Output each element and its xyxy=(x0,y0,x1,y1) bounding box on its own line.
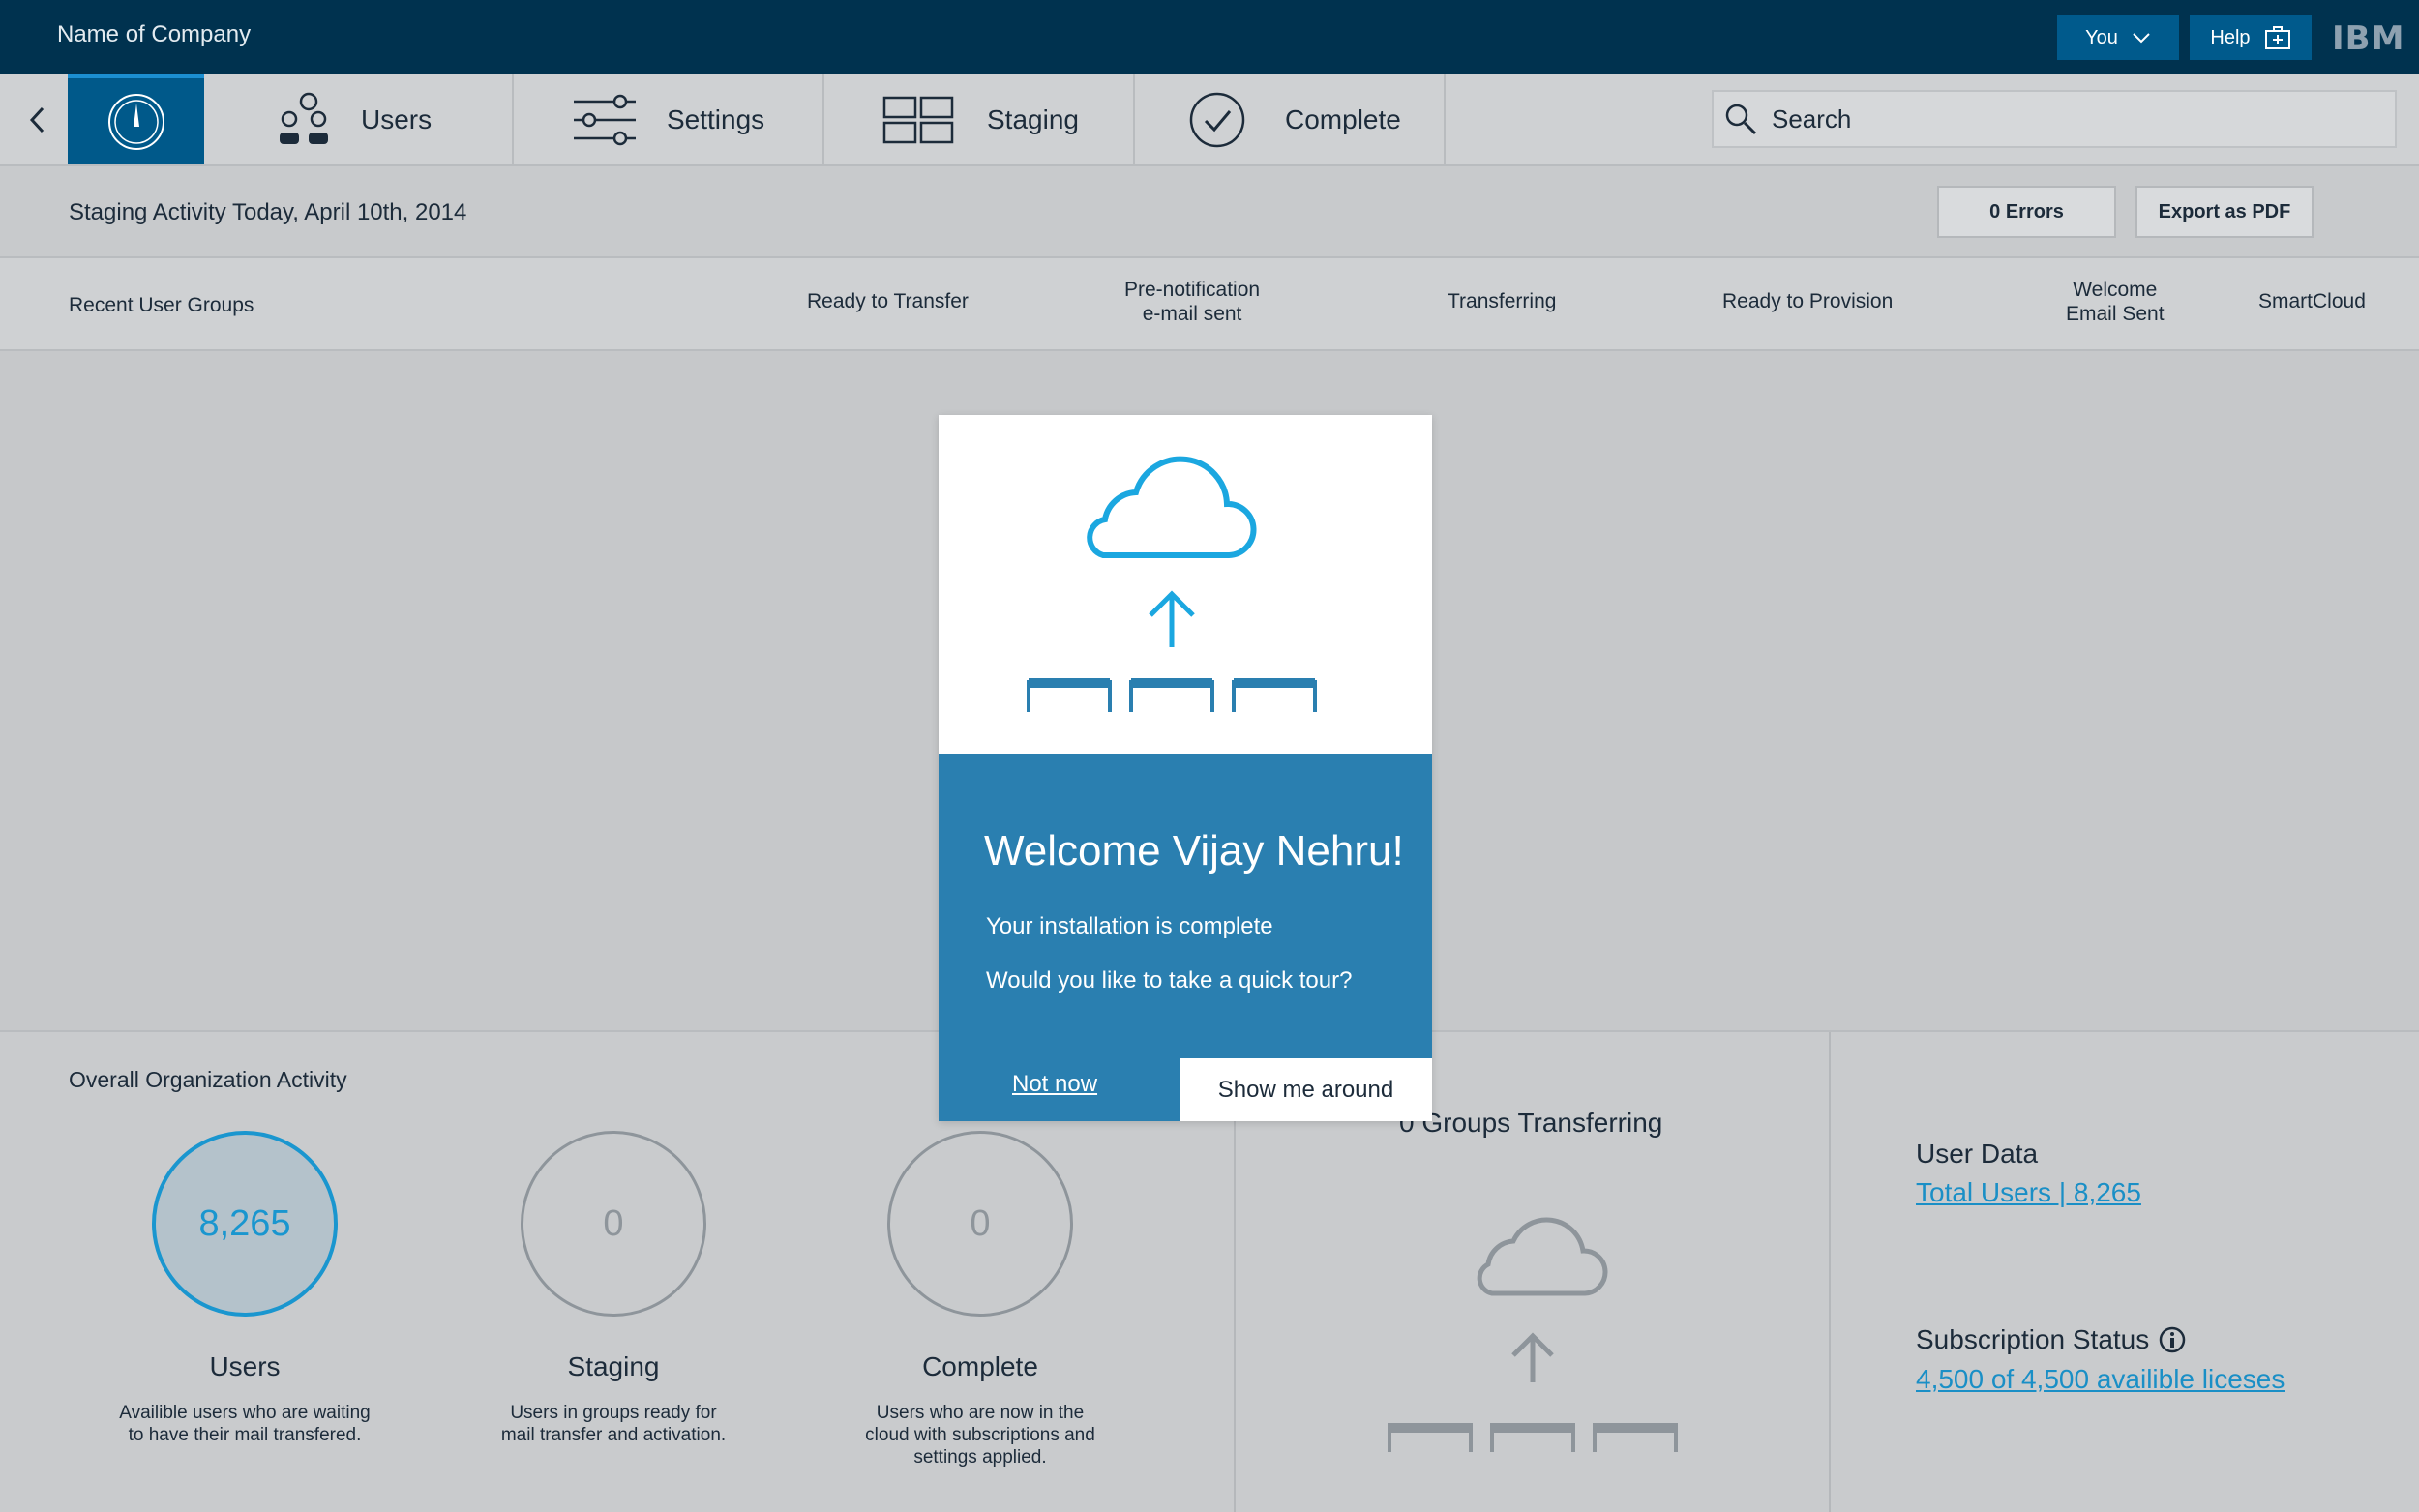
errors-button[interactable]: 0 Errors xyxy=(1937,186,2116,238)
stat-complete-label: Complete xyxy=(922,1351,1038,1381)
stat-users-desc: Availible users who are waiting to have … xyxy=(100,1402,390,1446)
users-icon xyxy=(280,92,328,144)
subscription-licenses-link[interactable]: 4,500 of 4,500 availible liceses xyxy=(1916,1364,2285,1395)
search-box[interactable] xyxy=(1712,90,2397,148)
cloud-icon xyxy=(1477,1217,1608,1296)
checkmark-circle-icon xyxy=(1189,92,1245,147)
chevron-down-icon xyxy=(2133,33,2150,44)
tab-complete[interactable]: Complete xyxy=(1135,74,1446,164)
top-bar: Name of Company You Help IBM xyxy=(0,0,2419,74)
back-button[interactable] xyxy=(19,101,54,139)
modal-install-complete: Your installation is complete xyxy=(986,913,1273,939)
search-icon xyxy=(1725,104,1757,135)
stat-complete-desc-line1: Users who are now in the xyxy=(876,1403,1085,1423)
cloud-icon xyxy=(1087,456,1257,558)
stat-staging: 0 Staging Users in groups ready for mail… xyxy=(468,1131,759,1446)
ibm-logo: IBM xyxy=(2332,19,2405,58)
stat-users: 8,265 Users Availible users who are wait… xyxy=(100,1131,390,1446)
dashboard-tab[interactable] xyxy=(68,74,204,164)
you-label: You xyxy=(2085,26,2118,48)
help-kit-icon xyxy=(2264,26,2290,49)
cloud-upload-illustration xyxy=(1388,1217,1678,1452)
stat-users-desc-line2: to have their mail transfered. xyxy=(128,1425,362,1445)
modal-heading: Welcome Vijay Nehru! xyxy=(984,827,1404,875)
stat-complete-desc: Users who are now in the cloud with subs… xyxy=(835,1402,1125,1468)
company-name: Name of Company xyxy=(57,21,252,47)
tab-users[interactable]: Users xyxy=(204,74,514,164)
activity-bar: Staging Activity Today, April 10th, 2014… xyxy=(0,166,2419,258)
tab-staging[interactable]: Staging xyxy=(824,74,1135,164)
main-nav: Users Settings Staging Complete xyxy=(0,74,2419,166)
col-prenotification-line2: e-mail sent xyxy=(1142,303,1242,325)
stat-complete-value: 0 xyxy=(887,1131,1073,1317)
tab-settings[interactable]: Settings xyxy=(514,74,824,164)
stat-users-desc-line1: Availible users who are waiting xyxy=(119,1403,371,1423)
tab-settings-label: Settings xyxy=(667,104,765,134)
stat-users-label: Users xyxy=(209,1351,281,1381)
tab-complete-label: Complete xyxy=(1285,104,1401,134)
groups-transferring-title: 0 Groups Transferring xyxy=(1399,1108,1663,1138)
total-users-link[interactable]: Total Users | 8,265 xyxy=(1916,1177,2141,1208)
col-transferring: Transferring xyxy=(1448,290,1557,312)
compass-icon xyxy=(107,93,164,150)
not-now-link[interactable]: Not now xyxy=(1012,1071,1097,1098)
export-pdf-button[interactable]: Export as PDF xyxy=(2135,186,2314,238)
show-me-around-button[interactable]: Show me around xyxy=(1180,1058,1432,1121)
welcome-modal: Welcome Vijay Nehru! Your installation i… xyxy=(939,415,1432,1121)
subscription-status-label: Subscription Status xyxy=(1916,1324,2150,1354)
stat-staging-desc-line1: Users in groups ready for xyxy=(510,1403,717,1423)
search-input[interactable] xyxy=(1772,104,2372,134)
modal-message-panel: Welcome Vijay Nehru! Your installation i… xyxy=(939,754,1432,1121)
overall-activity-title: Overall Organization Activity xyxy=(69,1067,347,1092)
activity-title: Staging Activity Today, April 10th, 2014 xyxy=(69,199,467,225)
stat-complete-desc-line2: cloud with subscriptions and xyxy=(865,1425,1095,1445)
stat-users-value: 8,265 xyxy=(152,1131,338,1317)
stat-staging-label: Staging xyxy=(567,1351,660,1381)
stat-staging-desc: Users in groups ready for mail transfer … xyxy=(468,1402,759,1446)
you-menu-button[interactable]: You xyxy=(2057,15,2179,60)
col-welcome-line2: Email Sent xyxy=(2066,303,2165,325)
col-recent-user-groups: Recent User Groups xyxy=(69,294,254,316)
cloud-upload-illustration xyxy=(1027,456,1317,712)
col-prenotification: Pre-notification e-mail sent xyxy=(1124,278,1260,326)
column-headers: Recent User Groups Ready to Transfer Pre… xyxy=(0,258,2419,351)
grid-icon xyxy=(882,96,954,143)
stat-staging-desc-line2: mail transfer and activation. xyxy=(500,1425,727,1445)
subscription-status: Subscription Status xyxy=(1916,1324,2186,1355)
col-welcome-email: Welcome Email Sent xyxy=(2066,278,2165,326)
help-button[interactable]: Help xyxy=(2190,15,2312,60)
modal-tour-question: Would you like to take a quick tour? xyxy=(986,967,1353,993)
col-ready-to-provision: Ready to Provision xyxy=(1722,290,1894,312)
col-ready-to-transfer: Ready to Transfer xyxy=(807,290,969,312)
panel-divider xyxy=(1829,1032,1831,1512)
col-welcome-line1: Welcome xyxy=(2073,279,2158,301)
modal-illustration-panel xyxy=(939,415,1432,754)
chevron-left-icon xyxy=(29,106,45,133)
tab-staging-label: Staging xyxy=(987,104,1079,134)
stat-staging-value: 0 xyxy=(521,1131,706,1317)
tab-users-label: Users xyxy=(361,104,433,134)
col-smartcloud: SmartCloud xyxy=(2258,290,2366,312)
stat-complete: 0 Complete Users who are now in the clou… xyxy=(835,1131,1125,1468)
col-prenotification-line1: Pre-notification xyxy=(1124,279,1261,301)
stat-complete-desc-line3: settings applied. xyxy=(913,1447,1047,1468)
help-label: Help xyxy=(2210,26,2251,48)
info-icon[interactable] xyxy=(2159,1326,2186,1353)
sliders-icon xyxy=(574,94,636,145)
user-data-label: User Data xyxy=(1916,1139,2039,1169)
